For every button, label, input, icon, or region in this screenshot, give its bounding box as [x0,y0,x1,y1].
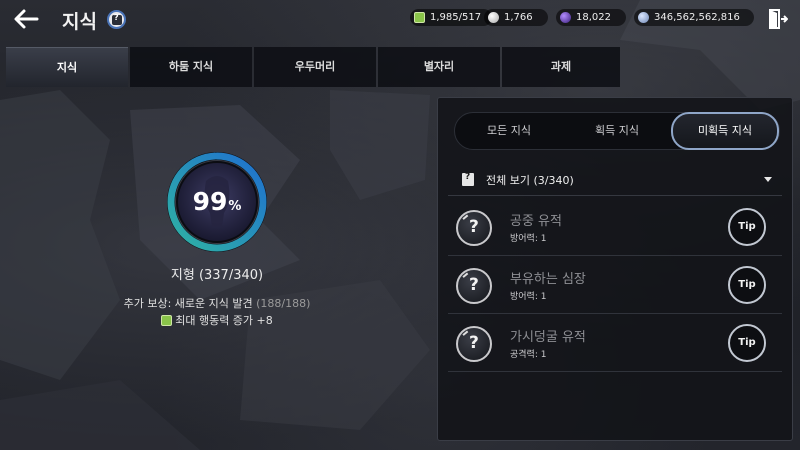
currency-gem-value: 18,022 [576,12,611,23]
view-all-label: 전체 보기 (3/340) [486,174,574,187]
knowledge-list: 공중 유적 방어력: 1 Tip 부유하는 심장 방어력: 1 Tip 가시덩굴… [448,198,782,372]
main-tabs: 지식 하둠 지식 우두머리 별자리 과제 [6,47,622,87]
unknown-knowledge-icon [456,210,492,246]
tab-knowledge[interactable]: 지식 [6,47,128,87]
tab-constellation[interactable]: 별자리 [378,47,500,87]
tab-boss[interactable]: 우두머리 [254,47,376,87]
currency-gem: 18,022 [556,9,626,26]
tip-button[interactable]: Tip [728,324,766,362]
progress-percent: 99% [166,187,268,216]
knowledge-name: 부유하는 심장 [510,272,586,287]
page-title: 지식 [62,11,97,33]
knowledge-panel: 모든 지식 획득 지식 미획득 지식 전체 보기 (3/340) 공중 유적 방… [437,97,793,441]
unknown-knowledge-icon [456,326,492,362]
tab-hadum-knowledge[interactable]: 하둠 지식 [130,47,252,87]
list-item[interactable]: 가시덩굴 유적 공격력: 1 Tip [448,314,782,372]
unknown-knowledge-icon [456,268,492,304]
currency-energy: 1,985/517 [410,9,492,26]
exit-button[interactable] [766,8,789,30]
knowledge-stat: 방어력: 1 [510,234,547,244]
segment-acquired-knowledge[interactable]: 획득 지식 [563,113,671,149]
knowledge-filter-segment: 모든 지식 획득 지식 미획득 지식 [454,112,780,150]
currency-silver: 346,562,562,816 [634,9,754,26]
book-question-icon [112,13,122,25]
knowledge-name: 가시덩굴 유적 [510,330,586,345]
tab-tasks[interactable]: 과제 [502,47,620,87]
tip-button[interactable]: Tip [728,208,766,246]
currency-energy-value: 1,985/517 [430,12,482,23]
top-bar: 지식 1,985/517 1,766 18,022 346,562,562,81… [0,0,800,38]
bonus-label: 추가 보상: 새로운 지식 발견 [123,297,253,310]
region-progress: 지형 (337/340) [170,268,264,283]
arrow-left-icon [14,9,39,29]
gem-icon [560,12,571,23]
list-item[interactable]: 부유하는 심장 방어력: 1 Tip [448,256,782,314]
reward-line: 최대 행동력 증가 +8 [0,312,434,328]
currency-silver-value: 346,562,562,816 [654,12,740,23]
progress-ring: 99% [166,151,268,253]
energy-icon [414,12,425,23]
bonus-count: (188/188) [256,297,311,310]
list-item[interactable]: 공중 유적 방어력: 1 Tip [448,198,782,256]
segment-all-knowledge[interactable]: 모든 지식 [455,113,563,149]
knowledge-stat: 공격력: 1 [510,350,547,360]
currency-pearl: 1,766 [484,9,548,26]
bonus-reward-line: 추가 보상: 새로운 지식 발견 (188/188) [0,295,434,311]
exit-icon [769,9,789,29]
currency-pearl-value: 1,766 [504,12,533,23]
knowledge-stat: 방어력: 1 [510,292,547,302]
energy-icon [161,315,173,326]
silver-icon [638,12,649,23]
book-question-icon [462,172,474,186]
help-button[interactable] [107,10,126,29]
reward-text: 최대 행동력 증가 +8 [175,314,273,327]
chevron-down-icon [764,177,772,182]
pearl-icon [488,12,499,23]
progress-percent-value: 99 [192,187,228,216]
view-all-dropdown[interactable]: 전체 보기 (3/340) [448,164,782,196]
tip-button[interactable]: Tip [728,266,766,304]
knowledge-name: 공중 유적 [510,214,562,229]
segment-unacquired-knowledge[interactable]: 미획득 지식 [671,112,779,150]
progress-percent-unit: % [228,199,242,214]
back-button[interactable] [10,6,42,32]
